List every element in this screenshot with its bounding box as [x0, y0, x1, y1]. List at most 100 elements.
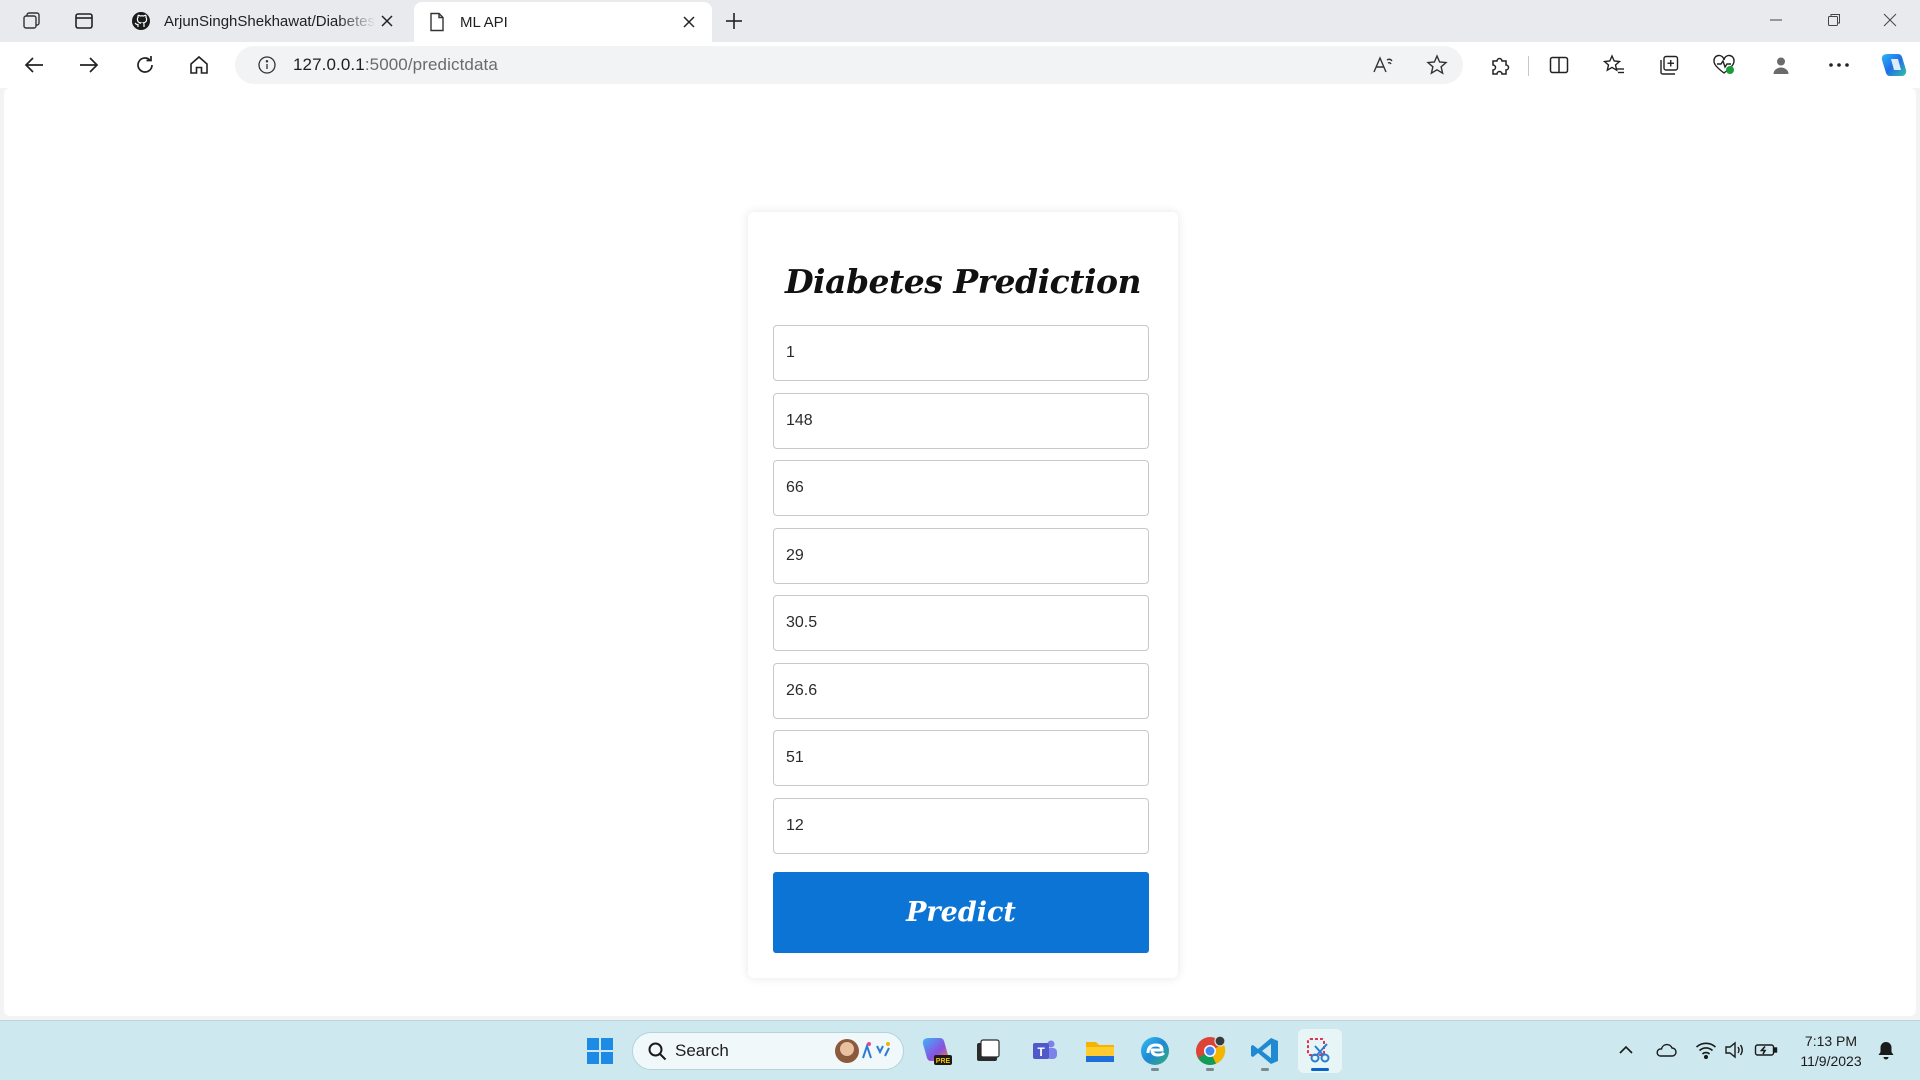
- edge-icon: [1141, 1037, 1169, 1065]
- notifications-button[interactable]: [1872, 1035, 1900, 1065]
- read-aloud-icon[interactable]: [1365, 50, 1401, 80]
- teams-button[interactable]: T: [1022, 1029, 1066, 1073]
- snipping-tool-button[interactable]: [1298, 1029, 1342, 1073]
- close-icon[interactable]: [376, 10, 398, 32]
- chrome-button[interactable]: [1188, 1029, 1232, 1073]
- favorites-button[interactable]: [1596, 48, 1632, 82]
- windows-icon: [587, 1038, 613, 1064]
- settings-more-button[interactable]: [1821, 48, 1857, 82]
- minimize-button[interactable]: [1748, 0, 1804, 40]
- new-tab-button[interactable]: [714, 5, 754, 37]
- tab-ml-api[interactable]: ML API: [414, 2, 712, 42]
- input-field-1[interactable]: [773, 325, 1149, 381]
- clock-time: 7:13 PM: [1804, 1033, 1858, 1049]
- toolbar-divider: [1528, 56, 1529, 76]
- browser-essentials-button[interactable]: [1706, 48, 1742, 82]
- address-bar[interactable]: 127.0.0.1:5000/predictdata: [235, 46, 1463, 84]
- extensions-button[interactable]: [1482, 48, 1518, 82]
- input-field-4[interactable]: [773, 528, 1149, 584]
- task-view-button[interactable]: [966, 1029, 1010, 1073]
- plus-icon: [726, 13, 742, 29]
- tab-actions-button[interactable]: [64, 5, 104, 37]
- collections-icon: [1660, 55, 1679, 75]
- input-field-8[interactable]: [773, 798, 1149, 854]
- input-field-6[interactable]: [773, 663, 1149, 719]
- copilot-icon: PRE: [922, 1038, 952, 1065]
- arrow-left-icon: [24, 57, 43, 73]
- copilot-taskbar-button[interactable]: PRE: [914, 1029, 958, 1073]
- refresh-button[interactable]: [127, 48, 163, 82]
- workspaces-button[interactable]: [12, 5, 52, 37]
- star-icon[interactable]: [1419, 50, 1455, 80]
- home-button[interactable]: [181, 48, 217, 82]
- bell-icon: [1878, 1042, 1894, 1060]
- wifi-icon: [1695, 1042, 1717, 1059]
- search-icon: [648, 1042, 667, 1061]
- speaker-icon: [1725, 1041, 1743, 1059]
- search-label: Search: [675, 1041, 729, 1060]
- vscode-icon: [1251, 1038, 1278, 1064]
- running-indicator: [1206, 1068, 1214, 1071]
- split-screen-button[interactable]: [1541, 48, 1577, 82]
- task-view-icon: [977, 1039, 1000, 1061]
- prediction-form-card: Diabetes Prediction Predict: [748, 212, 1178, 978]
- active-indicator: [1311, 1068, 1329, 1071]
- system-clock[interactable]: 7:13 PM 11/9/2023: [1794, 1031, 1868, 1071]
- file-explorer-button[interactable]: [1078, 1029, 1122, 1073]
- puzzle-icon: [1492, 57, 1510, 75]
- info-icon[interactable]: [247, 46, 287, 84]
- minimize-icon: [1770, 19, 1782, 21]
- heart-pulse-icon: [1713, 54, 1735, 74]
- home-icon: [190, 55, 208, 74]
- predict-button[interactable]: Predict: [773, 872, 1149, 953]
- copilot-button[interactable]: [1876, 48, 1912, 82]
- input-field-2[interactable]: [773, 393, 1149, 449]
- page-viewport: Diabetes Prediction Predict: [4, 88, 1916, 1016]
- battery-icon: [1754, 1044, 1778, 1056]
- cloud-icon: [1656, 1043, 1677, 1057]
- running-indicator: [1261, 1068, 1269, 1071]
- collections-button[interactable]: [1651, 48, 1687, 82]
- input-field-3[interactable]: [773, 460, 1149, 516]
- folder-icon: [1086, 1042, 1114, 1062]
- running-indicator: [1151, 1068, 1159, 1071]
- vscode-button[interactable]: [1243, 1029, 1287, 1073]
- close-window-button[interactable]: [1862, 0, 1918, 40]
- chrome-icon: [1196, 1035, 1226, 1065]
- clock-date: 11/9/2023: [1800, 1053, 1862, 1069]
- start-button[interactable]: [578, 1029, 622, 1073]
- input-field-7[interactable]: [773, 730, 1149, 786]
- refresh-icon: [137, 56, 153, 73]
- profile-icon: [1773, 57, 1789, 74]
- restore-button[interactable]: [1806, 0, 1862, 40]
- tab-title: ArjunSinghShekhawat/Diabetes-: [164, 12, 376, 30]
- edge-button[interactable]: [1133, 1029, 1177, 1073]
- windows-taskbar: Search PRE T 7:13 PM 11/9/2023: [0, 1020, 1920, 1080]
- tab-github[interactable]: ArjunSinghShekhawat/Diabetes-: [118, 2, 410, 40]
- battery-button[interactable]: [1752, 1035, 1780, 1065]
- browser-toolbar: 127.0.0.1:5000/predictdata: [0, 42, 1920, 88]
- tab-actions-icon: [75, 13, 93, 29]
- page-icon: [426, 11, 448, 33]
- volume-button[interactable]: [1720, 1035, 1748, 1065]
- teams-icon: T: [1033, 1040, 1057, 1059]
- close-icon: [1883, 13, 1897, 27]
- github-icon: [130, 10, 152, 32]
- snipping-tool-icon: [1307, 1038, 1330, 1063]
- favorites-icon: [1603, 54, 1624, 74]
- chevron-up-icon: [1619, 1045, 1633, 1054]
- copilot-icon: [1881, 54, 1907, 76]
- back-button[interactable]: [16, 48, 52, 82]
- input-field-5[interactable]: [773, 595, 1149, 651]
- show-hidden-icons-button[interactable]: [1612, 1035, 1640, 1065]
- tab-title: ML API: [460, 13, 508, 31]
- profile-button[interactable]: [1763, 48, 1799, 82]
- network-button[interactable]: [1692, 1035, 1720, 1065]
- svg-text:PRE: PRE: [936, 1058, 951, 1065]
- workspaces-icon: [23, 12, 40, 29]
- onedrive-button[interactable]: [1652, 1035, 1680, 1065]
- arrow-right-icon: [80, 57, 99, 73]
- taskbar-search[interactable]: Search: [632, 1032, 904, 1070]
- close-icon[interactable]: [678, 11, 700, 33]
- forward-button[interactable]: [71, 48, 107, 82]
